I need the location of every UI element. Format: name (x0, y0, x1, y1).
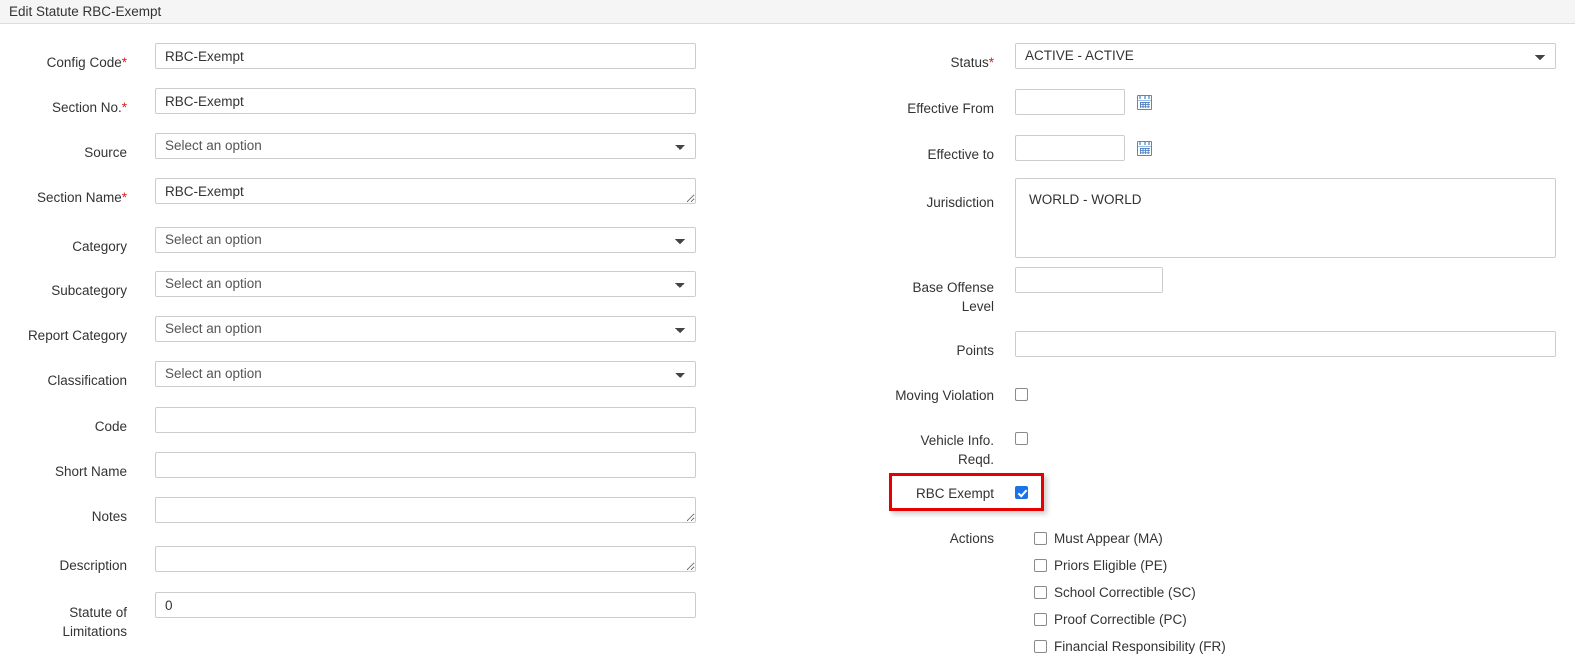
label-points: Points (956, 343, 994, 358)
label-code: Code (94, 419, 127, 434)
action-label-school-correctible: School Correctible (SC) (1054, 585, 1196, 600)
select-status[interactable]: ACTIVE - ACTIVE (1015, 43, 1556, 69)
label-section-name: Section Name* (36, 190, 127, 205)
checkbox-must-appear[interactable] (1034, 532, 1047, 545)
select-subcategory[interactable]: Select an option (155, 271, 696, 297)
label-effective-from: Effective From (907, 101, 994, 116)
input-code[interactable] (155, 407, 696, 433)
required-asterisk: * (121, 100, 127, 115)
window-title-bar: Edit Statute RBC-Exempt (0, 0, 1575, 24)
textarea-notes[interactable] (155, 497, 696, 523)
select-source[interactable]: Select an option (155, 133, 696, 159)
input-effective-to[interactable] (1015, 135, 1125, 161)
checkbox-vehicle-info-reqd[interactable] (1015, 432, 1028, 445)
label-short-name: Short Name (54, 464, 127, 479)
select-classification[interactable]: Select an option (155, 361, 696, 387)
textarea-section-name[interactable]: RBC-Exempt (155, 178, 696, 204)
label-jurisdiction: Jurisdiction (926, 195, 994, 210)
textarea-description[interactable] (155, 546, 696, 572)
required-asterisk: * (121, 55, 127, 70)
required-asterisk: * (121, 190, 127, 205)
label-rbc-exempt: RBC Exempt (915, 486, 994, 501)
required-asterisk: * (988, 55, 994, 70)
select-category[interactable]: Select an option (155, 227, 696, 253)
checkbox-priors-eligible[interactable] (1034, 559, 1047, 572)
label-base-offense-level: Base Offense Level (912, 280, 994, 314)
action-label-priors-eligible: Priors Eligible (PE) (1054, 558, 1168, 573)
checkbox-proof-correctible[interactable] (1034, 613, 1047, 626)
action-label-must-appear: Must Appear (MA) (1054, 531, 1163, 546)
input-short-name[interactable] (155, 452, 696, 478)
label-report-category: Report Category (27, 328, 127, 343)
calendar-icon[interactable] (1137, 95, 1152, 110)
input-base-offense-level[interactable] (1015, 267, 1163, 293)
label-config-code: Config Code* (46, 55, 127, 70)
calendar-icon-header (1138, 142, 1151, 147)
input-effective-from[interactable] (1015, 89, 1125, 115)
label-source: Source (84, 145, 127, 160)
checkbox-rbc-exempt[interactable] (1015, 486, 1028, 499)
label-section-no: Section No.* (51, 100, 127, 115)
checkbox-financial-responsibility[interactable] (1034, 640, 1047, 653)
calendar-icon-header (1138, 96, 1151, 101)
label-statute-of-limitations: Statute of Limitations (62, 605, 127, 639)
label-actions: Actions (949, 531, 994, 546)
input-section-no[interactable] (155, 88, 696, 114)
input-config-code[interactable] (155, 43, 696, 69)
label-vehicle-info-reqd: Vehicle Info. Reqd. (920, 433, 994, 467)
input-statute-of-limitations[interactable] (155, 592, 696, 618)
label-category: Category (72, 239, 127, 254)
page-title: Edit Statute RBC-Exempt (9, 4, 162, 19)
calendar-icon-grid (1139, 148, 1150, 154)
statute-edit-form: Config Code* Section No.* Source Select … (0, 25, 1575, 664)
checkbox-moving-violation[interactable] (1015, 388, 1028, 401)
action-label-proof-correctible: Proof Correctible (PC) (1054, 612, 1187, 627)
select-report-category[interactable]: Select an option (155, 316, 696, 342)
calendar-icon[interactable] (1137, 141, 1152, 156)
label-status: Status* (950, 55, 994, 70)
label-effective-to: Effective to (927, 147, 994, 162)
jurisdiction-selected-value: WORLD - WORLD (1029, 192, 1142, 207)
calendar-icon-grid (1139, 102, 1150, 108)
listbox-jurisdiction[interactable]: WORLD - WORLD (1015, 178, 1556, 258)
label-subcategory: Subcategory (51, 283, 127, 298)
label-description: Description (59, 558, 127, 573)
label-classification: Classification (47, 373, 127, 388)
label-notes: Notes (91, 509, 127, 524)
label-moving-violation: Moving Violation (895, 388, 994, 403)
input-points[interactable] (1015, 331, 1556, 357)
action-label-financial-responsibility: Financial Responsibility (FR) (1054, 639, 1226, 654)
checkbox-school-correctible[interactable] (1034, 586, 1047, 599)
